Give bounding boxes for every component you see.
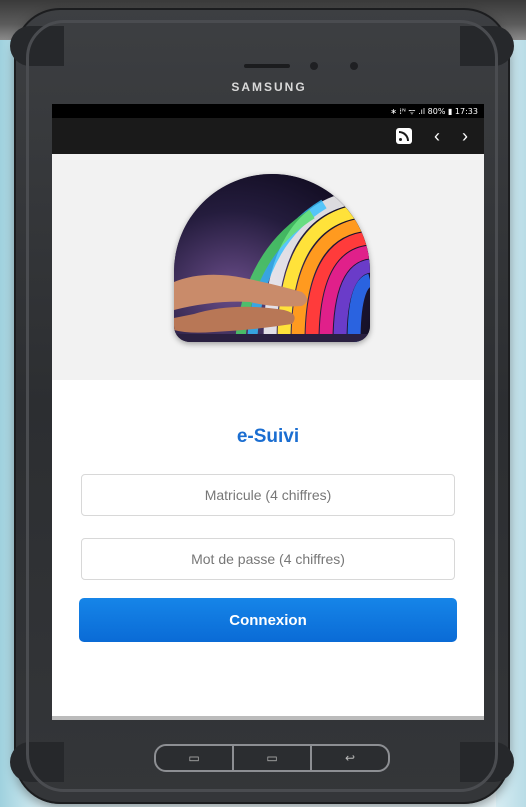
app-title: e-Suivi: [236, 426, 300, 447]
status-text: ∗ ⁞ᴺ ᯤ .ıl 80% ▮ 17:33: [390, 106, 478, 116]
screen-bottom-edge: [52, 716, 484, 720]
screen: ∗ ⁞ᴺ ᯤ .ıl 80% ▮ 17:33 ‹ › e-Suivi Matri…: [52, 104, 484, 720]
browser-toolbar: ‹ ›: [52, 118, 484, 154]
rss-icon[interactable]: [396, 128, 412, 144]
status-bar: ∗ ⁞ᴺ ᯤ .ıl 80% ▮ 17:33: [52, 104, 484, 118]
hardware-nav-keys: ▭ ▭ ↩: [154, 744, 390, 772]
brand-logo: SAMSUNG: [231, 80, 307, 94]
rainbow-hands-logo: [174, 174, 370, 342]
back-button[interactable]: ‹: [434, 127, 440, 145]
connexion-button[interactable]: Connexion: [79, 598, 457, 642]
front-camera: [350, 62, 358, 70]
hero-banner: [52, 154, 484, 380]
forward-button[interactable]: ›: [462, 127, 468, 145]
proximity-sensor: [310, 62, 318, 70]
recent-apps-key[interactable]: ▭: [156, 746, 232, 770]
matricule-input[interactable]: [81, 474, 455, 516]
earpiece-speaker: [244, 64, 290, 68]
back-key[interactable]: ↩: [310, 746, 388, 770]
password-input[interactable]: [81, 538, 455, 580]
home-key[interactable]: ▭: [232, 746, 310, 770]
